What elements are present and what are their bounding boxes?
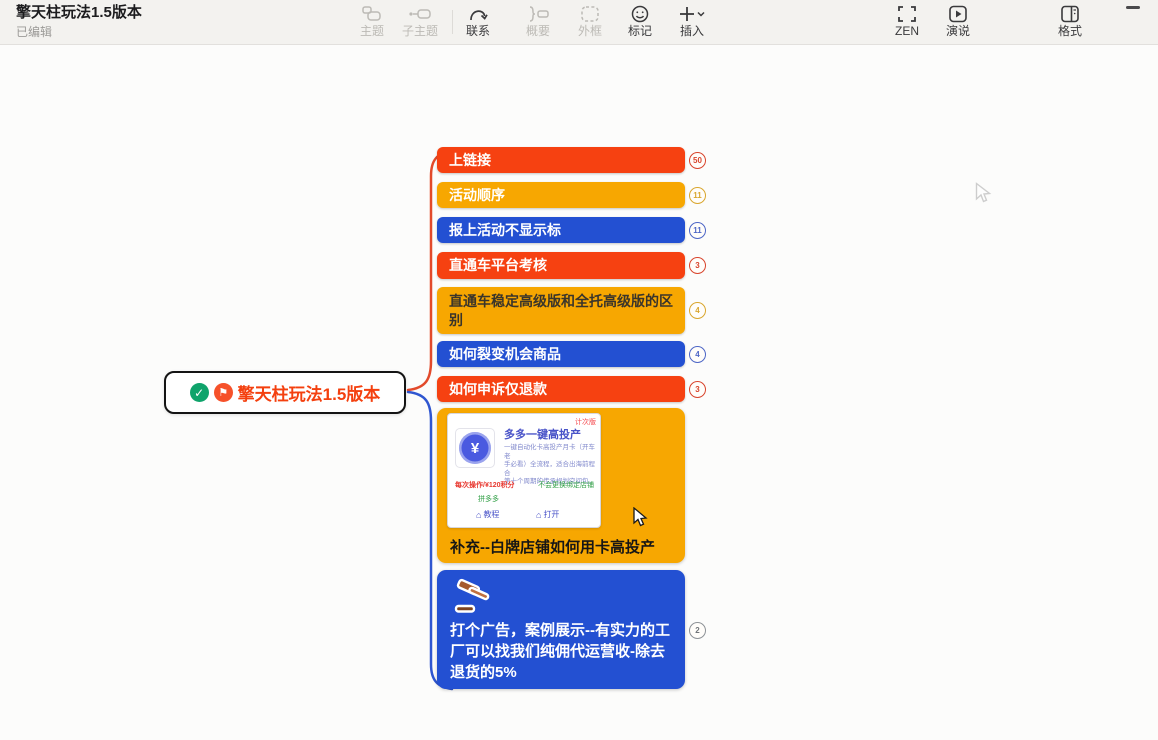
badge-count: 4	[695, 350, 699, 359]
toolbar-label: 插入	[680, 25, 704, 38]
card-branch-node[interactable]: 计次版 ¥ 多多一键高投产 一键自动化卡高投产月卡（开车老 手必看）全流程，适合…	[437, 408, 685, 563]
branch-label: 直通车稳定高级版和全托高级版的区别	[449, 292, 673, 330]
toolbar-label: 演说	[946, 25, 970, 38]
zen-brackets-icon	[895, 4, 919, 24]
summary-icon	[525, 4, 551, 24]
card-desc-line: 一键自动化卡高投产月卡（开车老	[504, 444, 598, 461]
yen-circle-icon: ¥	[459, 432, 491, 464]
gavel-icon	[452, 578, 496, 618]
branch-label: 直通车平台考核	[449, 256, 547, 275]
marker-smiley-icon	[629, 4, 651, 24]
branch-node[interactable]: 直通车稳定高级版和全托高级版的区别	[437, 287, 685, 334]
home-pin-icon: ⌂	[476, 510, 481, 520]
ad-node-text: 打个广告，案例展示--有实力的工厂可以找我们纯佣代运营收-除去退货的5%	[450, 620, 676, 683]
toolbar-button-topic[interactable]: 主题	[360, 4, 384, 38]
toolbar-button-summary[interactable]: 概要	[525, 4, 551, 38]
badge-count: 4	[695, 306, 699, 315]
card-tutorial-button[interactable]: ⌂ 教程	[476, 509, 499, 520]
branch-label: 报上活动不显示标	[449, 221, 561, 240]
home-pin-icon: ⌂	[536, 510, 541, 520]
ad-branch-node[interactable]: 打个广告，案例展示--有实力的工厂可以找我们纯佣代运营收-除去退货的5%	[437, 570, 685, 689]
count-badge[interactable]: 3	[689, 381, 706, 398]
toolbar-label: 标记	[628, 25, 652, 38]
toolbar-label: ZEN	[895, 25, 919, 38]
mouse-cursor-dark	[633, 507, 649, 529]
count-badge[interactable]: 11	[689, 222, 706, 239]
badge-count: 3	[695, 261, 699, 270]
card-button-label: 打开	[543, 509, 559, 520]
boundary-icon	[578, 4, 602, 24]
branch-node[interactable]: 直通车平台考核	[437, 252, 685, 279]
branch-node[interactable]: 如何申诉仅退款	[437, 376, 685, 402]
branch-node[interactable]: 如何裂变机会商品	[437, 341, 685, 367]
flag-icon[interactable]: ⚑	[214, 383, 233, 402]
branch-label: 上链接	[449, 151, 491, 170]
toolbar-label: 主题	[360, 25, 384, 38]
card-title: 多多一键高投产	[504, 426, 581, 442]
toolbar-button-boundary[interactable]: 外框	[578, 4, 602, 38]
badge-count: 11	[693, 191, 701, 200]
toolbar-button-presentation[interactable]: 演说	[946, 4, 970, 38]
card-button-label: 教程	[483, 509, 499, 520]
toolbar-label: 联系	[466, 25, 490, 38]
window-minimize-dash-icon[interactable]	[1126, 6, 1140, 9]
embedded-screenshot-card: 计次版 ¥ 多多一键高投产 一键自动化卡高投产月卡（开车老 手必看）全流程，适合…	[447, 413, 601, 528]
card-app-iconbox: ¥	[455, 428, 495, 468]
document-meta: 擎天柱玩法1.5版本 已编辑	[16, 4, 142, 40]
card-price-text: 每次操作/¥120积分	[455, 480, 515, 490]
mouse-cursor-faint	[975, 182, 993, 206]
count-badge[interactable]: 4	[689, 302, 706, 319]
count-badge[interactable]: 2	[689, 622, 706, 639]
format-panel-icon	[1058, 4, 1082, 24]
branch-label: 如何裂变机会商品	[449, 345, 561, 364]
toolbar-label: 外框	[578, 25, 602, 38]
branch-node[interactable]: 活动顺序	[437, 182, 685, 208]
central-topic-label: 擎天柱玩法1.5版本	[238, 380, 381, 405]
badge-count: 11	[693, 226, 701, 235]
branch-label: 如何申诉仅退款	[449, 380, 547, 399]
badge-count: 50	[693, 156, 702, 165]
toolbar-label: 子主题	[402, 25, 438, 38]
insert-plus-icon	[677, 4, 707, 24]
card-node-caption: 补充--白牌店铺如何用卡高投产	[450, 536, 655, 557]
toolbar-label: 格式	[1058, 25, 1082, 38]
document-status: 已编辑	[16, 24, 142, 40]
toolbar-button-subtopic[interactable]: 子主题	[402, 4, 438, 38]
toolbar-label: 概要	[526, 25, 550, 38]
card-desc-line: 手必看）全流程，适合出海前程合	[504, 461, 598, 478]
topic-icon	[360, 4, 384, 24]
toolbar-button-insert[interactable]: 插入	[677, 4, 707, 38]
mindmap-canvas: ✓ ⚑ 擎天柱玩法1.5版本 上链接 活动顺序 报上活动不显示标 直通车平台考核…	[0, 45, 1158, 740]
badge-count: 3	[695, 385, 699, 394]
count-badge[interactable]: 50	[689, 152, 706, 169]
app-header: 擎天柱玩法1.5版本 已编辑 主题 子主题	[0, 0, 1158, 45]
central-topic-node[interactable]: ✓ ⚑ 擎天柱玩法1.5版本	[164, 371, 406, 414]
branch-label: 活动顺序	[449, 186, 505, 205]
toolbar-button-zen[interactable]: ZEN	[895, 4, 919, 38]
toolbar-button-relation[interactable]: 联系	[466, 4, 490, 38]
document-title: 擎天柱玩法1.5版本	[16, 4, 142, 22]
toolbar-button-marker[interactable]: 标记	[628, 4, 652, 38]
count-badge[interactable]: 4	[689, 346, 706, 363]
relation-icon	[466, 4, 490, 24]
branch-node[interactable]: 报上活动不显示标	[437, 217, 685, 243]
play-icon	[946, 4, 970, 24]
badge-count: 2	[695, 626, 699, 635]
card-platform-text: 拼多多	[478, 494, 499, 504]
subtopic-icon	[407, 4, 433, 24]
count-badge[interactable]: 3	[689, 257, 706, 274]
card-open-button[interactable]: ⌂ 打开	[536, 509, 559, 520]
toolbar-divider	[452, 10, 453, 34]
mindmap-app-window: 擎天柱玩法1.5版本 已编辑 主题 子主题	[0, 0, 1158, 740]
count-badge[interactable]: 11	[689, 187, 706, 204]
branch-node[interactable]: 上链接	[437, 147, 685, 173]
card-note-text: 不会更换绑定店铺	[538, 480, 594, 490]
toolbar-button-format[interactable]: 格式	[1058, 4, 1082, 38]
check-icon[interactable]: ✓	[190, 383, 209, 402]
